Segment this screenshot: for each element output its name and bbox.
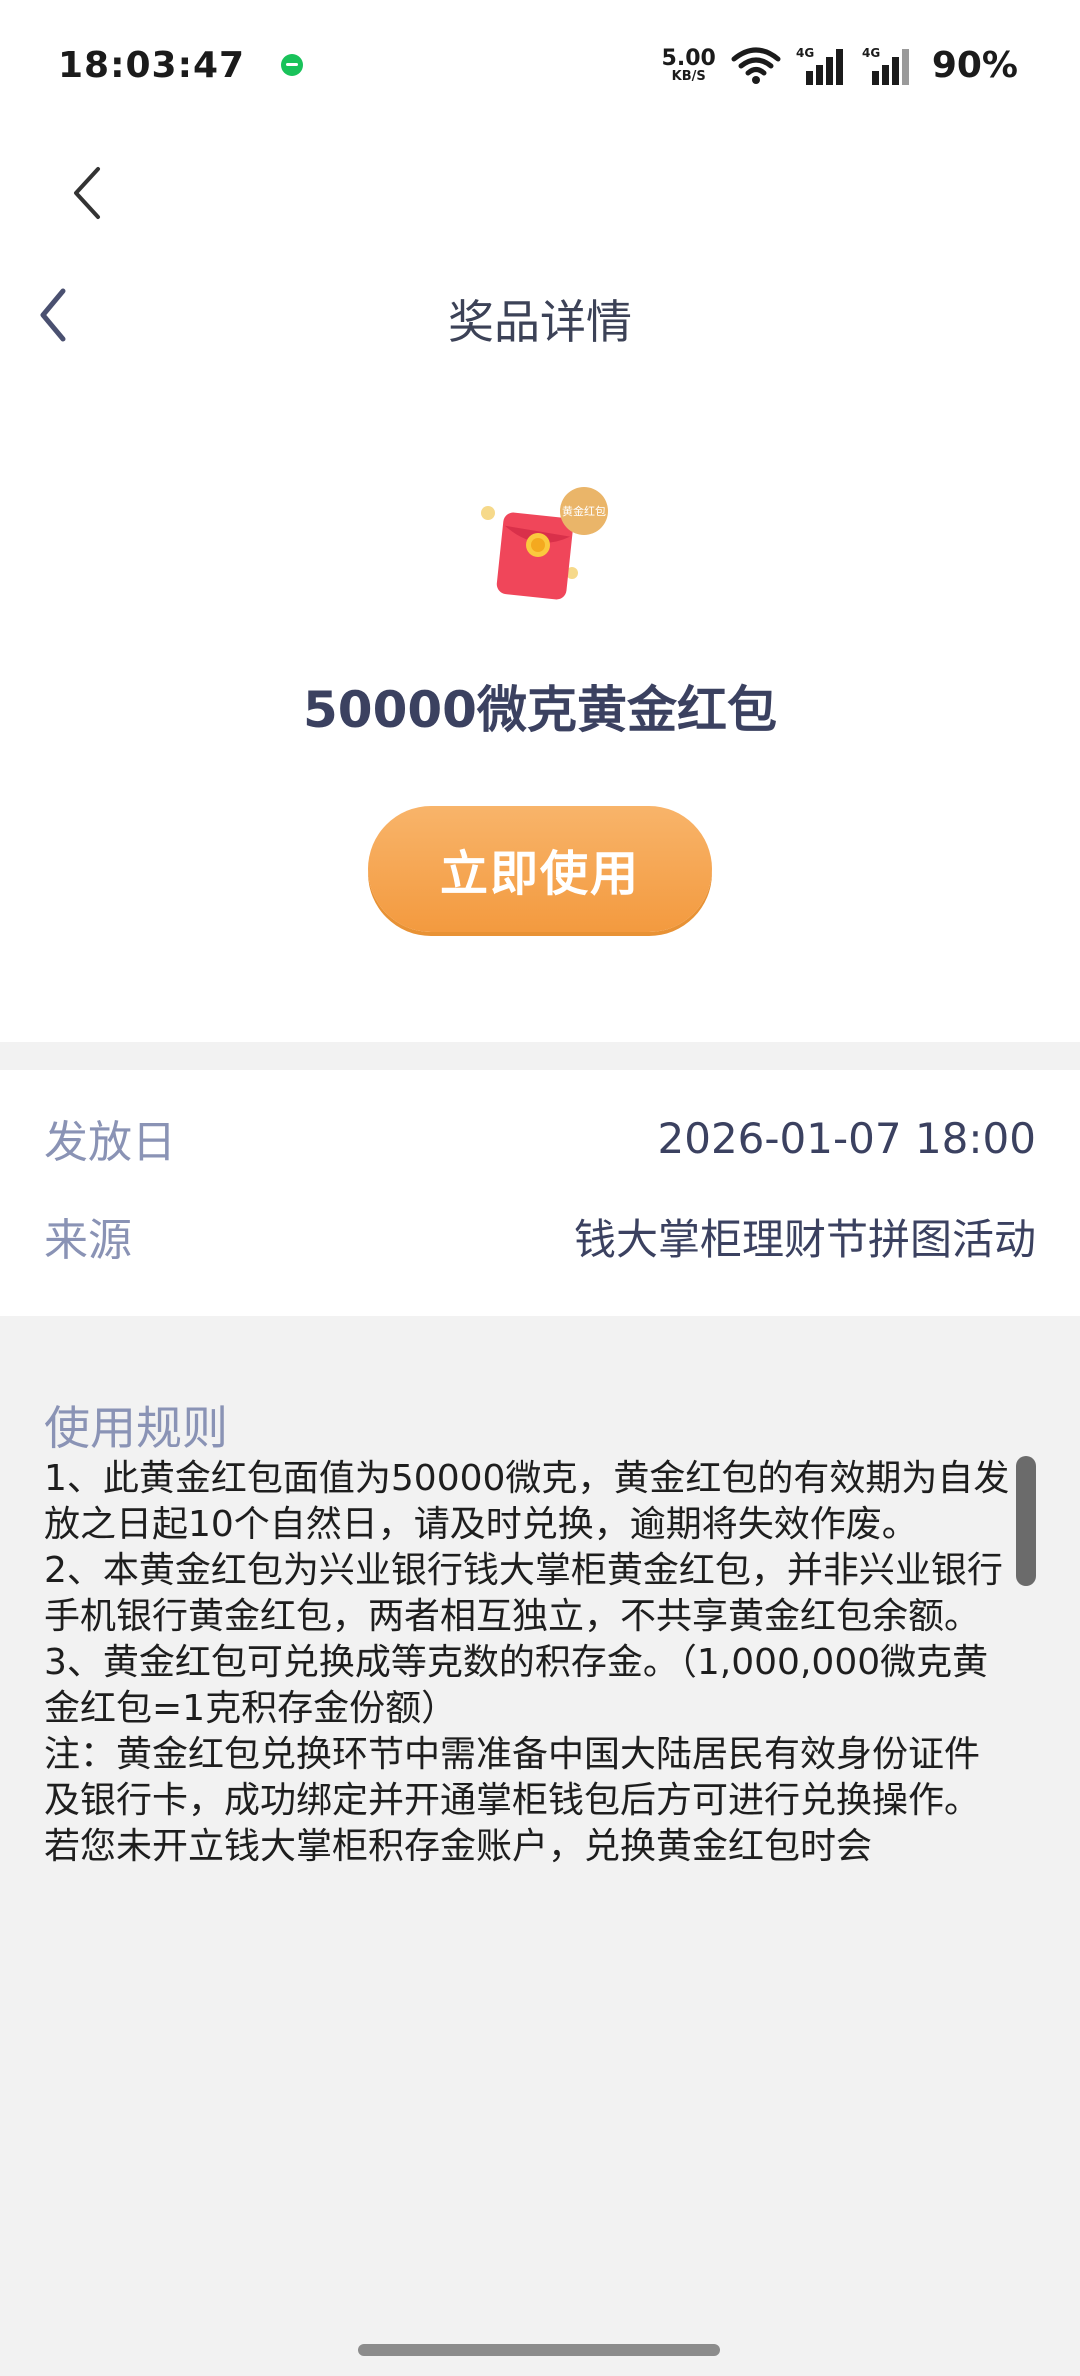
signal-icon: 4G <box>796 45 848 85</box>
net-speed-unit: KB/S <box>671 68 706 84</box>
prize-card: 黄金红包 50000微克黄金红包 立即使用 <box>0 370 1080 1042</box>
gold-red-packet-icon: 黄金红包 <box>480 485 620 605</box>
svg-text:4G: 4G <box>862 46 880 60</box>
wifi-icon <box>730 45 782 85</box>
status-left: 18:03:47 <box>58 44 304 86</box>
prize-title: 50000微克黄金红包 <box>303 681 777 739</box>
issue-date-value: 2026-01-07 18:00 <box>657 1113 1036 1163</box>
home-indicator[interactable] <box>358 2344 720 2356</box>
battery-level: 90% <box>931 44 1018 86</box>
top-nav-area <box>0 130 1080 260</box>
red-packet-badge-label: 黄金红包 <box>562 504 606 518</box>
message-notification-icon <box>281 54 304 76</box>
net-speed: 5.00 KB/S <box>661 45 716 84</box>
status-bar: 18:03:47 5.00 KB/S 4G 4G 90% <box>0 0 1080 130</box>
page-title: 奖品详情 <box>448 295 632 349</box>
back-button-top[interactable] <box>62 158 112 228</box>
rules-title: 使用规则 <box>44 1401 228 1455</box>
status-right: 5.00 KB/S 4G 4G 90% <box>662 45 1018 86</box>
status-time: 18:03:47 <box>58 44 246 86</box>
source-row: 来源 钱大掌柜理财节拼图活动 <box>44 1206 1036 1267</box>
prize-info: 发放日 2026-01-07 18:00 来源 钱大掌柜理财节拼图活动 <box>0 1070 1080 1316</box>
chevron-left-icon <box>74 167 100 219</box>
usage-rules-section: 使用规则 1、此黄金红包面值为50000微克，黄金红包的有效期为自发放之日起10… <box>0 1316 1080 2326</box>
signal-icon-2: 4G <box>862 45 914 85</box>
issue-date-label: 发放日 <box>44 1117 176 1168</box>
source-label: 来源 <box>44 1215 132 1266</box>
source-value: 钱大掌柜理财节拼图活动 <box>573 1214 1036 1264</box>
svg-text:4G: 4G <box>796 46 814 60</box>
rules-text[interactable]: 1、此黄金红包面值为50000微克，黄金红包的有效期为自发放之日起10个自然日，… <box>44 1456 1014 1936</box>
use-now-button[interactable]: 立即使用 <box>368 806 712 932</box>
page-header: 奖品详情 <box>0 260 1080 370</box>
net-speed-value: 5.00 <box>661 45 716 71</box>
page: 18:03:47 5.00 KB/S 4G 4G 90% 奖品详情 黄金红包 5… <box>0 0 1080 2376</box>
issue-date-row: 发放日 2026-01-07 18:00 <box>44 1108 1036 1169</box>
rules-scrollbar[interactable] <box>1016 1456 1036 1586</box>
